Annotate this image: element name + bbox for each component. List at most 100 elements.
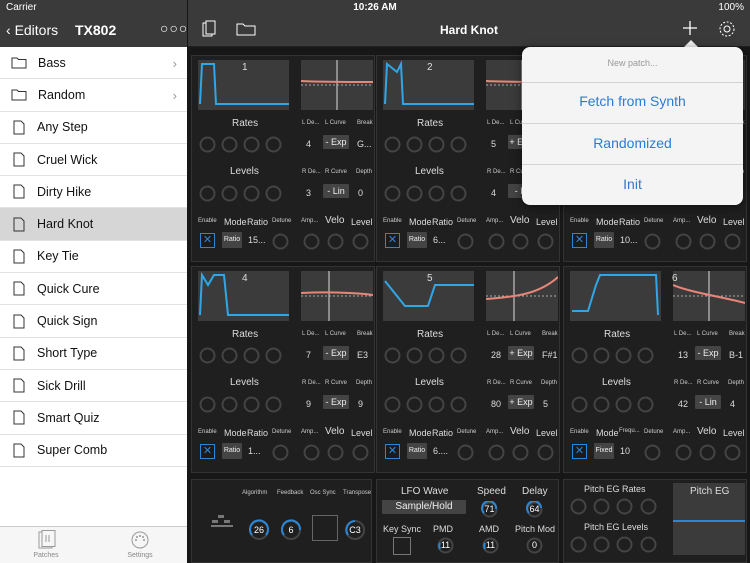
scaling-curve-graph[interactable]	[485, 271, 559, 321]
amd-knob[interactable]: 11	[482, 537, 499, 554]
undefined[interactable]	[265, 347, 282, 364]
undefined[interactable]	[644, 444, 661, 461]
envelope-graph[interactable]	[570, 271, 661, 321]
list-item[interactable]: Smart Quiz	[0, 402, 187, 435]
l-curve-button[interactable]: - Exp	[695, 346, 721, 360]
undefined[interactable]	[406, 396, 423, 413]
undefined[interactable]	[406, 185, 423, 202]
r-curve-button[interactable]: - Exp	[323, 395, 349, 409]
l-curve-button[interactable]: - Exp	[323, 346, 349, 360]
enable-checkbox[interactable]: ✕	[572, 444, 587, 459]
undefined[interactable]	[221, 185, 238, 202]
undefined[interactable]	[352, 233, 369, 250]
undefined[interactable]	[593, 498, 610, 515]
undefined[interactable]	[221, 347, 238, 364]
undefined[interactable]	[199, 396, 216, 413]
mode-button[interactable]: Ratio	[594, 232, 614, 248]
fetch-from-synth-item[interactable]: Fetch from Synth	[522, 93, 743, 109]
list-item[interactable]: Super Comb	[0, 435, 187, 467]
algorithm-knob[interactable]: 26	[248, 519, 270, 541]
undefined[interactable]	[327, 444, 344, 461]
undefined[interactable]	[265, 136, 282, 153]
list-item[interactable]: Dirty Hike	[0, 176, 187, 209]
list-item[interactable]: Bass ›	[0, 47, 187, 80]
undefined[interactable]	[512, 233, 529, 250]
undefined[interactable]	[593, 536, 610, 553]
list-item[interactable]: Any Step	[0, 112, 187, 144]
undefined[interactable]	[450, 185, 467, 202]
speed-knob[interactable]: 71	[481, 500, 498, 518]
undefined[interactable]	[640, 498, 657, 515]
enable-checkbox[interactable]: ✕	[200, 233, 215, 248]
undefined[interactable]	[537, 233, 554, 250]
init-item[interactable]: Init	[522, 176, 743, 192]
undefined[interactable]	[428, 396, 445, 413]
list-item[interactable]: Cruel Wick	[0, 144, 187, 177]
undefined[interactable]	[724, 233, 741, 250]
undefined[interactable]	[406, 347, 423, 364]
undefined[interactable]	[303, 233, 320, 250]
undefined[interactable]	[384, 136, 401, 153]
undefined[interactable]	[488, 233, 505, 250]
undefined[interactable]	[644, 233, 661, 250]
undefined[interactable]	[637, 396, 654, 413]
undefined[interactable]	[450, 396, 467, 413]
keysync-checkbox[interactable]	[393, 537, 411, 555]
list-item[interactable]: Hard Knot	[0, 208, 187, 241]
list-item[interactable]: Key Tie	[0, 241, 187, 274]
undefined[interactable]	[265, 185, 282, 202]
undefined[interactable]	[221, 396, 238, 413]
undefined[interactable]	[327, 233, 344, 250]
undefined[interactable]	[615, 396, 632, 413]
transpose-knob[interactable]: C3	[344, 519, 366, 541]
mode-button[interactable]: Fixed	[594, 443, 614, 459]
mode-button[interactable]: Ratio	[407, 232, 427, 248]
undefined[interactable]	[243, 347, 260, 364]
undefined[interactable]	[570, 498, 587, 515]
undefined[interactable]	[428, 136, 445, 153]
mode-button[interactable]: Ratio	[222, 232, 242, 248]
scaling-curve-graph[interactable]	[300, 271, 374, 321]
undefined[interactable]	[675, 233, 692, 250]
undefined[interactable]	[199, 185, 216, 202]
feedback-knob[interactable]: 6	[280, 519, 302, 541]
tab-patches[interactable]: Patches	[16, 530, 76, 559]
add-icon[interactable]	[682, 20, 698, 36]
undefined[interactable]	[457, 233, 474, 250]
undefined[interactable]	[384, 185, 401, 202]
list-item[interactable]: Quick Cure	[0, 273, 187, 306]
delay-knob[interactable]: 64	[526, 500, 543, 518]
enable-checkbox[interactable]: ✕	[572, 233, 587, 248]
back-button[interactable]: ‹ Editors	[6, 22, 58, 38]
undefined[interactable]	[457, 444, 474, 461]
undefined[interactable]	[272, 444, 289, 461]
mode-button[interactable]: Ratio	[407, 443, 427, 459]
r-curve-button[interactable]: - Lin	[323, 184, 349, 198]
undefined[interactable]	[640, 536, 657, 553]
undefined[interactable]	[616, 536, 633, 553]
scaling-curve-graph[interactable]	[300, 60, 374, 110]
undefined[interactable]	[384, 396, 401, 413]
undefined[interactable]	[450, 347, 467, 364]
undefined[interactable]	[450, 136, 467, 153]
undefined[interactable]	[570, 536, 587, 553]
undefined[interactable]	[243, 396, 260, 413]
undefined[interactable]	[488, 444, 505, 461]
undefined[interactable]	[699, 233, 716, 250]
undefined[interactable]	[537, 444, 554, 461]
undefined[interactable]	[265, 396, 282, 413]
undefined[interactable]	[724, 444, 741, 461]
more-icon[interactable]: ○○○	[160, 20, 188, 36]
list-item[interactable]: Sick Drill	[0, 370, 187, 403]
undefined[interactable]	[428, 185, 445, 202]
undefined[interactable]	[699, 444, 716, 461]
pitchmod-knob[interactable]: 0	[526, 537, 543, 554]
undefined[interactable]	[616, 498, 633, 515]
undefined[interactable]	[243, 136, 260, 153]
undefined[interactable]	[571, 396, 588, 413]
enable-checkbox[interactable]: ✕	[385, 233, 400, 248]
list-item[interactable]: Quick Sign	[0, 305, 187, 338]
undefined[interactable]	[675, 444, 692, 461]
undefined[interactable]	[243, 185, 260, 202]
enable-checkbox[interactable]: ✕	[385, 444, 400, 459]
